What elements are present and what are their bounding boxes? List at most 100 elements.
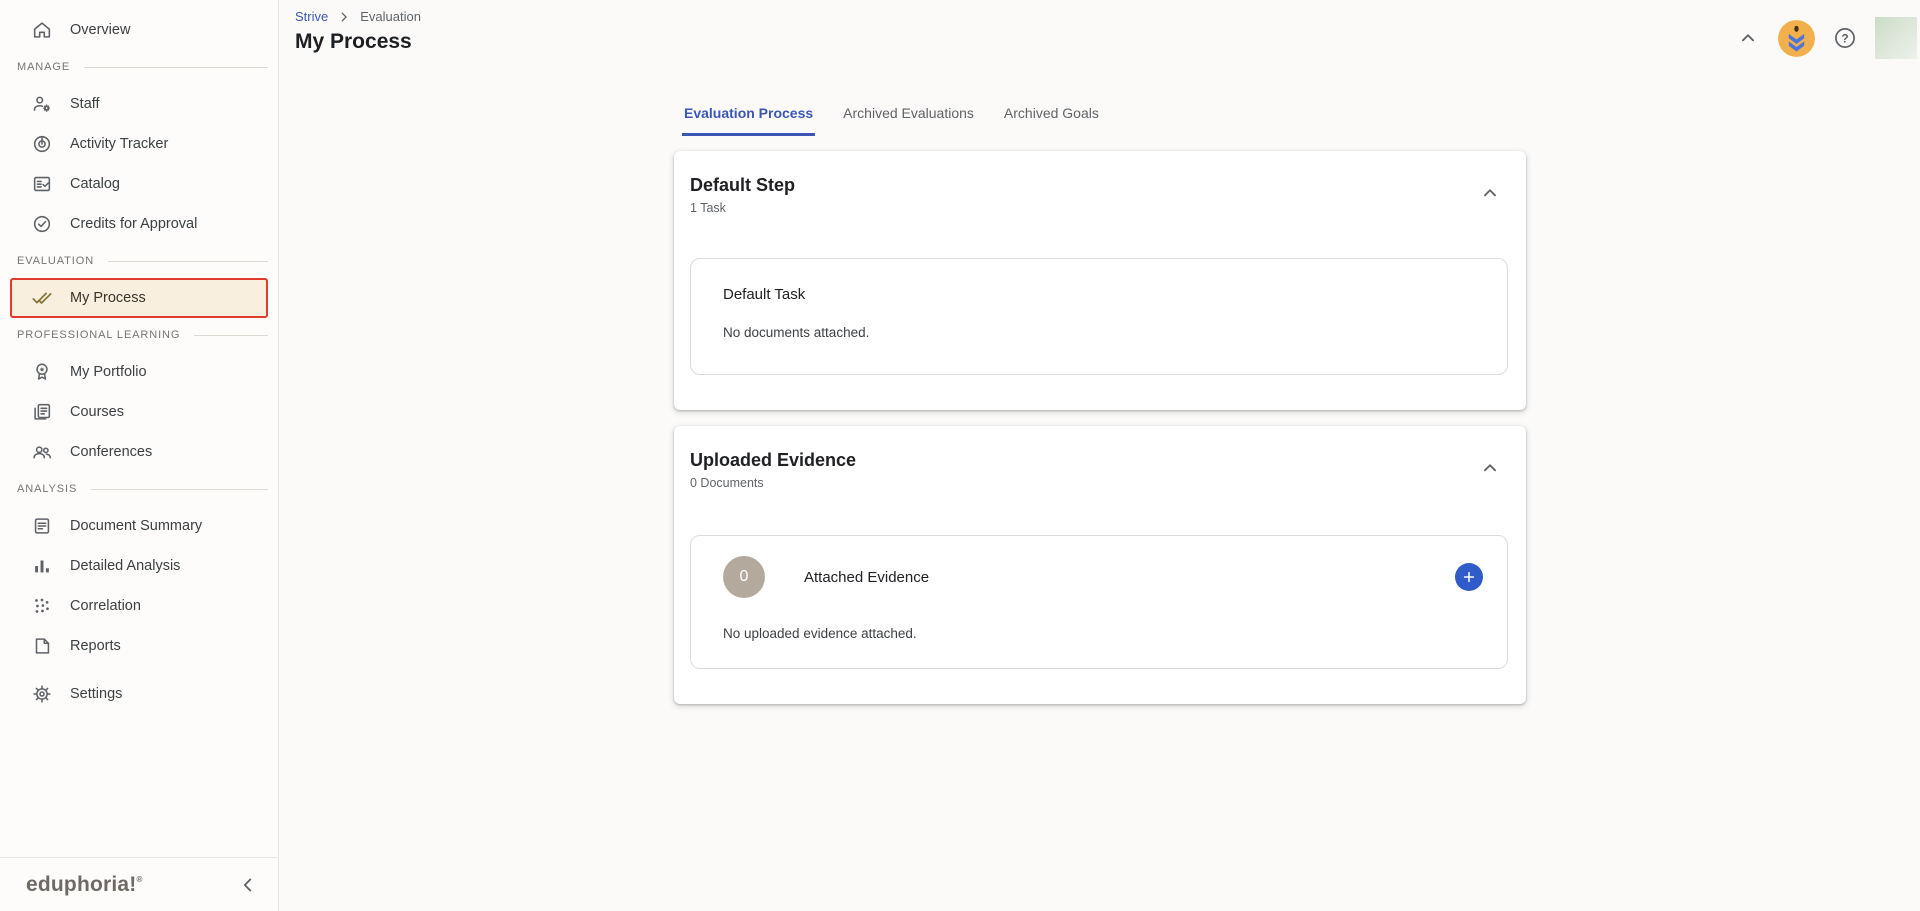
collapse-step-button[interactable] xyxy=(1476,179,1504,207)
section-label: EVALUATION xyxy=(17,255,94,267)
section-label: PROFESSIONAL LEARNING xyxy=(17,329,180,341)
section-divider xyxy=(84,67,268,68)
attached-evidence-label: Attached Evidence xyxy=(804,569,929,586)
document-summary-icon xyxy=(30,514,54,538)
task-title: Default Task xyxy=(723,286,805,303)
help-icon: ? xyxy=(1832,25,1858,51)
correlation-scatter-icon xyxy=(30,594,54,618)
tab-bar: Evaluation Process Archived Evaluations … xyxy=(682,99,1127,136)
sidebar-collapse-button[interactable] xyxy=(234,871,262,899)
sidebar-item-label: My Process xyxy=(70,290,146,306)
chevron-right-icon xyxy=(337,10,351,24)
plus-icon xyxy=(1462,570,1476,584)
card-subtitle: 0 Documents xyxy=(690,476,764,490)
home-icon xyxy=(30,18,54,42)
chevron-up-icon xyxy=(1737,27,1759,49)
section-header-manage: MANAGE xyxy=(0,50,278,84)
courses-icon xyxy=(30,400,54,424)
main-content: Strive Evaluation My Process ? Evaluatio… xyxy=(280,0,1920,911)
sidebar-item-label: Settings xyxy=(70,686,122,702)
sidebar-item-overview[interactable]: Overview xyxy=(0,10,278,50)
page-title: My Process xyxy=(295,30,412,54)
sidebar-item-label: Detailed Analysis xyxy=(70,558,180,574)
gear-icon xyxy=(30,682,54,706)
sidebar-item-label: Activity Tracker xyxy=(70,136,168,152)
sidebar-item-label: Correlation xyxy=(70,598,141,614)
tab-archived-evaluations[interactable]: Archived Evaluations xyxy=(841,99,976,136)
strive-plant-icon xyxy=(1778,20,1815,57)
sidebar-item-label: Reports xyxy=(70,638,121,654)
add-evidence-button[interactable] xyxy=(1455,563,1483,591)
portfolio-medal-icon xyxy=(30,360,54,384)
sidebar-item-credits-for-approval[interactable]: Credits for Approval xyxy=(0,204,278,244)
bar-chart-icon xyxy=(30,554,54,578)
sidebar-item-label: Document Summary xyxy=(70,518,202,534)
attached-evidence-row: 0 Attached Evidence xyxy=(723,556,1483,598)
sidebar-item-activity-tracker[interactable]: Activity Tracker xyxy=(0,124,278,164)
sidebar-item-label: Staff xyxy=(70,96,100,112)
section-divider xyxy=(108,261,268,262)
sidebar-item-courses[interactable]: Courses xyxy=(0,392,278,432)
section-header-evaluation: EVALUATION xyxy=(0,244,278,278)
reports-icon xyxy=(30,634,54,658)
section-divider xyxy=(194,335,268,336)
sidebar-item-label: Credits for Approval xyxy=(70,216,197,232)
section-label: ANALYSIS xyxy=(17,483,77,495)
sidebar-item-settings[interactable]: Settings xyxy=(0,674,278,714)
check-circle-icon xyxy=(30,212,54,236)
default-step-card: Default Step 1 Task Default Task No docu… xyxy=(674,151,1526,410)
attached-evidence-panel: 0 Attached Evidence No uploaded evidence… xyxy=(690,535,1508,669)
conferences-people-icon xyxy=(30,440,54,464)
section-label: MANAGE xyxy=(17,61,70,73)
card-subtitle: 1 Task xyxy=(690,201,726,215)
chevron-up-icon xyxy=(1479,182,1501,204)
breadcrumb-evaluation: Evaluation xyxy=(360,9,421,24)
section-divider xyxy=(91,489,268,490)
catalog-icon xyxy=(30,172,54,196)
sidebar-item-my-process[interactable]: My Process xyxy=(10,278,268,318)
sidebar-item-correlation[interactable]: Correlation xyxy=(0,586,278,626)
header-actions: ? xyxy=(1734,17,1917,59)
evidence-count-badge: 0 xyxy=(723,556,765,598)
collapse-header-button[interactable] xyxy=(1734,24,1762,52)
sidebar: Overview MANAGE Staff Activity Tracker C… xyxy=(0,0,279,911)
sidebar-item-label: Courses xyxy=(70,404,124,420)
activity-tracker-icon xyxy=(30,132,54,156)
sidebar-item-label: My Portfolio xyxy=(70,364,147,380)
sidebar-nav: Overview MANAGE Staff Activity Tracker C… xyxy=(0,0,278,666)
strive-app-avatar[interactable] xyxy=(1778,20,1815,57)
done-all-icon xyxy=(30,286,54,310)
eduphoria-logo: eduphoria!® xyxy=(26,873,143,897)
sidebar-item-conferences[interactable]: Conferences xyxy=(0,432,278,472)
evidence-note: No uploaded evidence attached. xyxy=(723,626,917,641)
registered-mark: ® xyxy=(137,875,143,884)
default-task-item[interactable]: Default Task No documents attached. xyxy=(690,258,1508,375)
sidebar-item-staff[interactable]: Staff xyxy=(0,84,278,124)
breadcrumb-strive[interactable]: Strive xyxy=(295,9,328,24)
card-title: Uploaded Evidence xyxy=(690,450,856,471)
sidebar-item-label: Catalog xyxy=(70,176,120,192)
uploaded-evidence-card: Uploaded Evidence 0 Documents 0 Attached… xyxy=(674,426,1526,704)
staff-icon xyxy=(30,92,54,116)
chevron-up-icon xyxy=(1479,457,1501,479)
sidebar-item-catalog[interactable]: Catalog xyxy=(0,164,278,204)
sidebar-item-label: Conferences xyxy=(70,444,152,460)
sidebar-item-detailed-analysis[interactable]: Detailed Analysis xyxy=(0,546,278,586)
tab-archived-goals[interactable]: Archived Goals xyxy=(1002,99,1101,136)
section-header-analysis: ANALYSIS xyxy=(0,472,278,506)
svg-text:?: ? xyxy=(1841,31,1848,45)
sidebar-footer: eduphoria!® xyxy=(0,857,278,911)
help-button[interactable]: ? xyxy=(1831,24,1859,52)
task-note: No documents attached. xyxy=(723,325,869,340)
collapse-evidence-button[interactable] xyxy=(1476,454,1504,482)
breadcrumb: Strive Evaluation xyxy=(295,9,421,24)
chevron-left-icon xyxy=(237,874,259,896)
sidebar-item-document-summary[interactable]: Document Summary xyxy=(0,506,278,546)
section-header-professional-learning: PROFESSIONAL LEARNING xyxy=(0,318,278,352)
sidebar-item-label: Overview xyxy=(70,22,130,38)
sidebar-item-my-portfolio[interactable]: My Portfolio xyxy=(0,352,278,392)
sidebar-item-reports[interactable]: Reports xyxy=(0,626,278,666)
tab-evaluation-process[interactable]: Evaluation Process xyxy=(682,99,815,136)
card-title: Default Step xyxy=(690,175,795,196)
account-square[interactable] xyxy=(1875,17,1917,59)
